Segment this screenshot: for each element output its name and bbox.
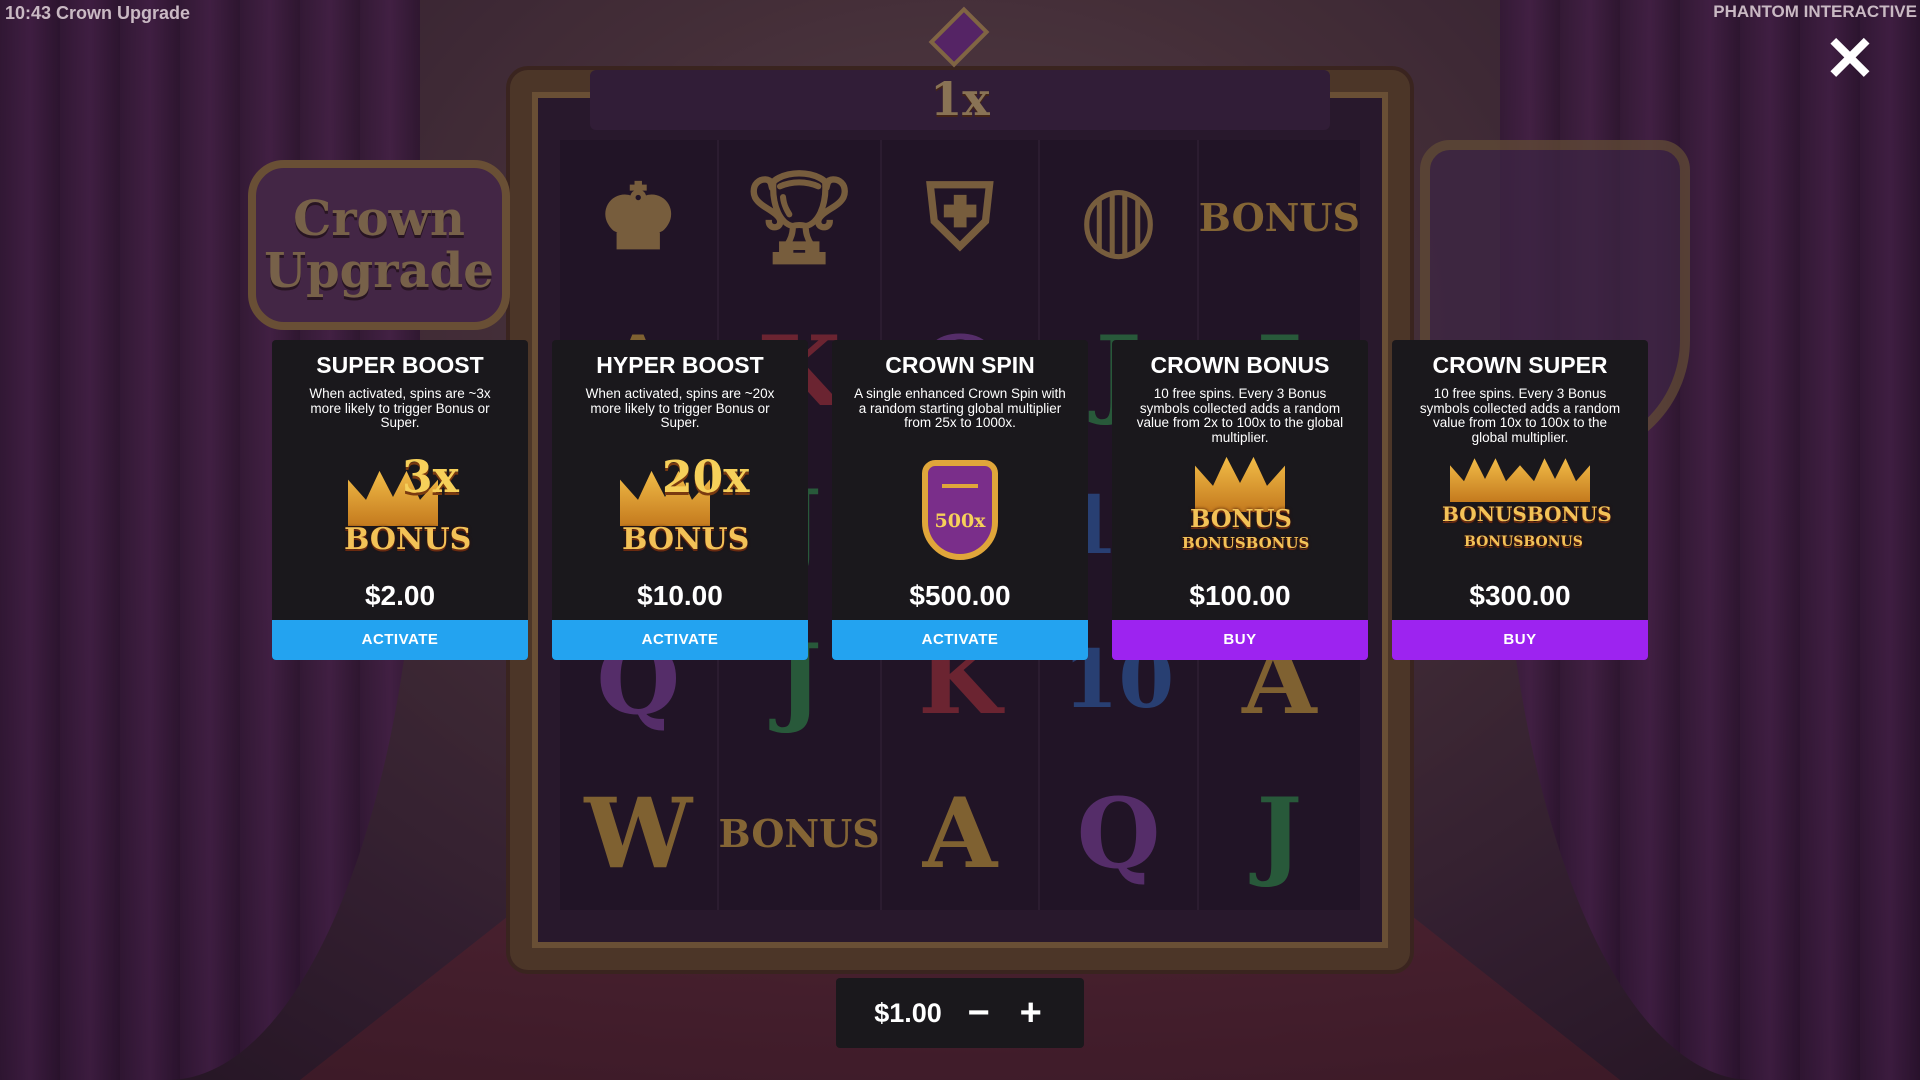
- art-word: BONUSBONUS: [1442, 502, 1612, 526]
- buy-button[interactable]: BUY: [1392, 620, 1648, 660]
- crown-bonus-icon: BONUS BONUSBONUS: [1112, 448, 1368, 568]
- card-crown-bonus: CROWN BONUS 10 free spins. Every 3 Bonus…: [1112, 340, 1368, 660]
- art-multiplier: 20x: [662, 452, 750, 503]
- minus-icon[interactable]: −: [964, 994, 994, 1032]
- crown-spin-icon: 500x: [832, 448, 1088, 568]
- art-multiplier: 3x: [402, 452, 459, 503]
- card-price: $300.00: [1469, 580, 1571, 611]
- activate-button[interactable]: ACTIVATE: [552, 620, 808, 660]
- card-super-boost: SUPER BOOST When activated, spins are ~3…: [272, 340, 528, 660]
- card-title: HYPER BOOST: [596, 352, 764, 378]
- card-description: 10 free spins. Every 3 Bonus symbols col…: [1136, 386, 1344, 445]
- crown-super-icon: BONUSBONUS BONUSBONUS: [1392, 448, 1648, 568]
- art-word: BONUS: [622, 522, 750, 557]
- card-price: $100.00: [1189, 580, 1291, 611]
- activate-button[interactable]: ACTIVATE: [832, 620, 1088, 660]
- plus-icon[interactable]: +: [1016, 994, 1046, 1032]
- card-title: CROWN SUPER: [1432, 352, 1608, 378]
- card-price: $2.00: [364, 580, 436, 611]
- studio-name: PHANTOM INTERACTIVE: [1713, 2, 1917, 21]
- crown-icon: [1520, 458, 1590, 502]
- card-crown-spin: CROWN SPIN A single enhanced Crown Spin …: [832, 340, 1088, 660]
- card-description: 10 free spins. Every 3 Bonus symbols col…: [1419, 386, 1621, 445]
- art-word-small: BONUSBONUS: [1182, 534, 1310, 552]
- boost-20x-icon: 20x BONUS: [552, 448, 808, 568]
- clock-and-title: 10:43 Crown Upgrade: [5, 3, 191, 23]
- card-description: When activated, spins are ~3x more likel…: [309, 386, 491, 430]
- card-description: A single enhanced Crown Spin with a rand…: [854, 386, 1066, 430]
- art-word: BONUS: [344, 522, 472, 557]
- art-word-small: BONUSBONUS: [1464, 534, 1583, 550]
- bet-control: $1.00 − +: [836, 978, 1084, 1048]
- arrow-icon: [942, 484, 978, 488]
- art-multiplier: 500x: [934, 510, 986, 532]
- boost-3x-icon: 3x BONUS: [272, 448, 528, 568]
- bet-amount: $1.00: [874, 997, 942, 1028]
- card-price: $10.00: [637, 580, 723, 611]
- card-hyper-boost: HYPER BOOST When activated, spins are ~2…: [552, 340, 808, 660]
- art-word: BONUS: [1190, 504, 1292, 533]
- card-price: $500.00: [909, 580, 1011, 611]
- crown-icon: [1450, 458, 1520, 502]
- card-title: SUPER BOOST: [316, 352, 484, 378]
- card-title: CROWN BONUS: [1150, 352, 1330, 378]
- buy-button[interactable]: BUY: [1112, 620, 1368, 660]
- activate-button[interactable]: ACTIVATE: [272, 620, 528, 660]
- card-crown-super: CROWN SUPER 10 free spins. Every 3 Bonus…: [1392, 340, 1648, 660]
- card-title: CROWN SPIN: [885, 352, 1035, 378]
- close-icon[interactable]: ✕: [1820, 29, 1880, 91]
- card-description: When activated, spins are ~20x more like…: [585, 386, 775, 430]
